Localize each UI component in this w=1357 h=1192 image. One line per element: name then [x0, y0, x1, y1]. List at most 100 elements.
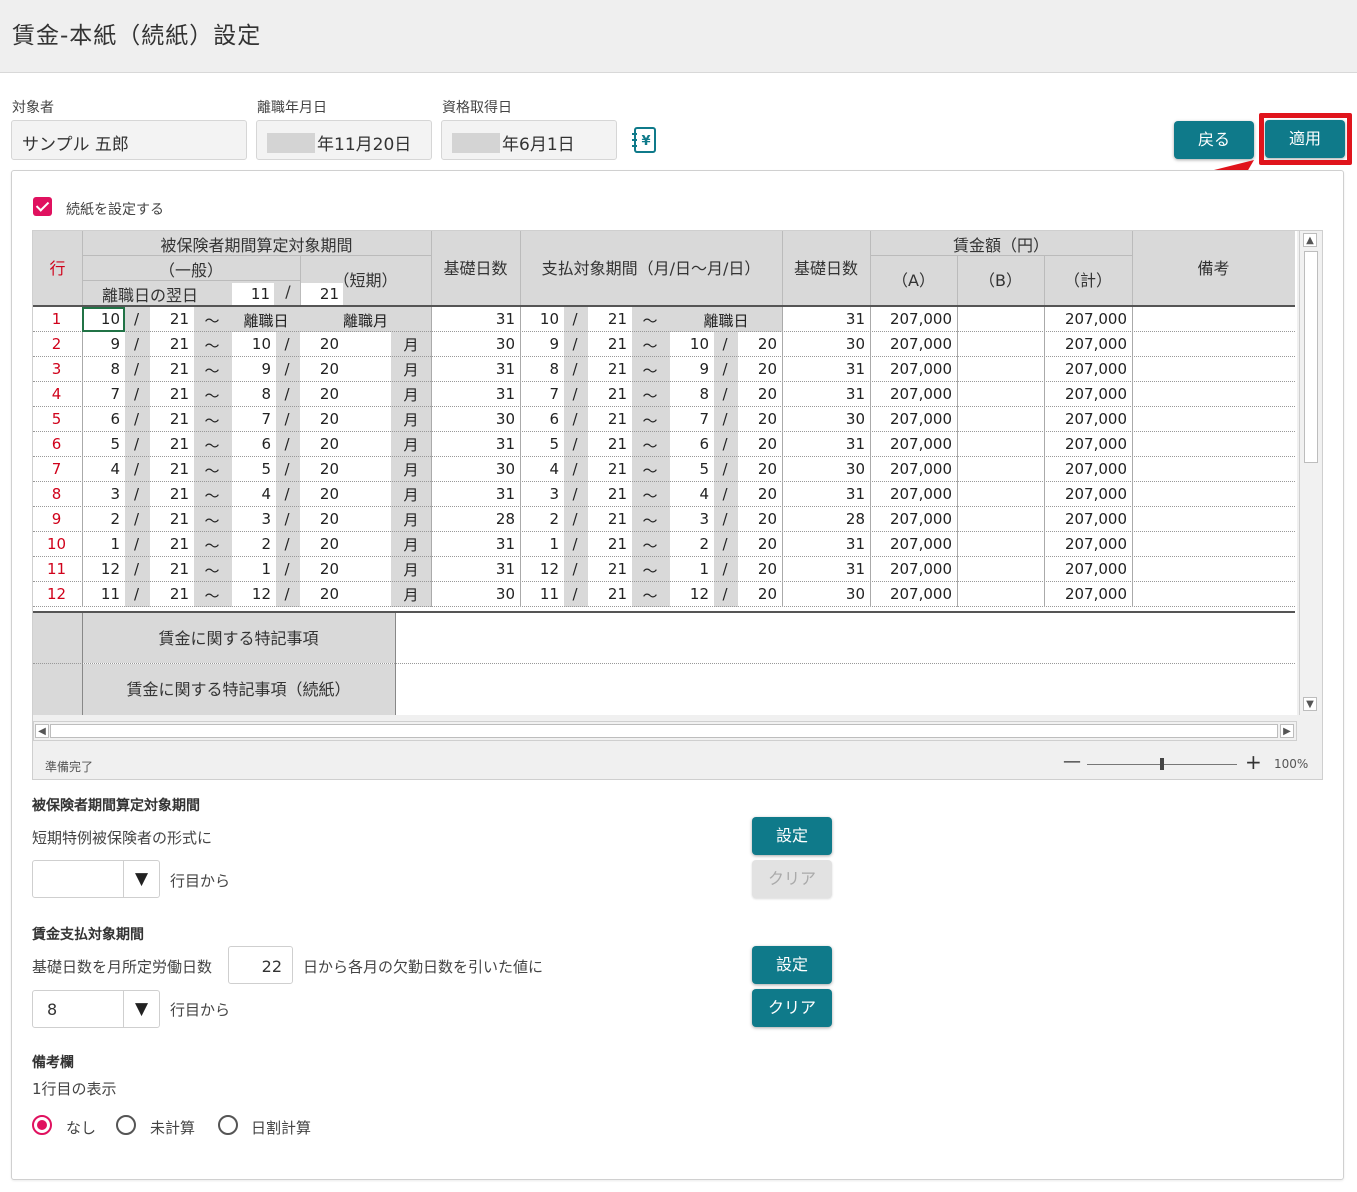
slash-separator[interactable]: / — [714, 582, 738, 607]
general-from-day[interactable]: 21 — [150, 307, 194, 332]
general-from-day[interactable]: 21 — [150, 407, 194, 432]
general-to-month[interactable]: 4 — [232, 482, 276, 507]
base-days-2[interactable]: 31 — [782, 357, 870, 382]
pay-from-month[interactable]: 11 — [520, 582, 564, 607]
general-from-day[interactable]: 21 — [150, 482, 194, 507]
pay-from-month[interactable]: 8 — [520, 357, 564, 382]
scroll-down-icon[interactable]: ▼ — [1303, 697, 1317, 711]
slash-separator[interactable]: / — [276, 332, 300, 357]
general-from-month[interactable]: 2 — [82, 507, 125, 532]
slash-separator[interactable]: / — [125, 482, 150, 507]
slash-separator[interactable]: / — [714, 332, 738, 357]
slash-separator[interactable]: / — [564, 507, 588, 532]
section1-clear-button[interactable]: クリア — [752, 860, 832, 898]
pay-from-month[interactable]: 1 — [520, 532, 564, 557]
vertical-scroll-thumb[interactable] — [1304, 251, 1318, 463]
general-from-day[interactable]: 21 — [150, 457, 194, 482]
pay-from-month[interactable]: 6 — [520, 407, 564, 432]
general-from-month[interactable]: 1 — [82, 532, 125, 557]
slash-separator[interactable]: / — [714, 482, 738, 507]
wage-b[interactable] — [957, 482, 1044, 507]
section1-row-select[interactable]: ▼ — [32, 860, 160, 898]
retire-day-cell[interactable]: 離職日 — [232, 307, 300, 332]
section2-clear-button[interactable]: クリア — [752, 989, 832, 1027]
section2-row-select[interactable]: 8 ▼ — [32, 990, 160, 1028]
general-to-month[interactable]: 1 — [232, 557, 276, 582]
wage-a[interactable]: 207,000 — [870, 532, 957, 557]
pay-to-day[interactable]: 20 — [738, 407, 782, 432]
wage-b[interactable] — [957, 332, 1044, 357]
slash-separator[interactable]: / — [564, 482, 588, 507]
tilde-separator[interactable]: ～ — [632, 332, 670, 357]
general-from-day[interactable]: 21 — [150, 532, 194, 557]
base-days-2[interactable]: 31 — [782, 432, 870, 457]
general-to-day[interactable]: 20 — [300, 507, 344, 532]
base-days[interactable]: 31 — [431, 307, 520, 332]
row-number[interactable]: 8 — [33, 482, 82, 507]
pay-from-day[interactable]: 21 — [588, 557, 632, 582]
base-days-2[interactable]: 30 — [782, 332, 870, 357]
month-label[interactable]: 月 — [391, 332, 431, 357]
base-days-2[interactable]: 31 — [782, 307, 870, 332]
slash-separator[interactable]: / — [276, 407, 300, 432]
slash-separator[interactable]: / — [564, 557, 588, 582]
slash-separator[interactable]: / — [564, 382, 588, 407]
section1-set-button[interactable]: 設定 — [752, 817, 832, 855]
general-from-month[interactable]: 8 — [82, 357, 125, 382]
triangle-down-icon[interactable]: ▼ — [123, 861, 159, 897]
slash-separator[interactable]: / — [714, 507, 738, 532]
slash-separator[interactable]: / — [714, 432, 738, 457]
base-days[interactable]: 30 — [431, 407, 520, 432]
pay-to-month[interactable]: 1 — [670, 557, 714, 582]
row-number[interactable]: 1 — [33, 307, 82, 332]
note-cell[interactable] — [1132, 382, 1295, 407]
general-from-day[interactable]: 21 — [150, 432, 194, 457]
general-to-month[interactable]: 5 — [232, 457, 276, 482]
general-to-month[interactable]: 7 — [232, 407, 276, 432]
general-to-month[interactable]: 12 — [232, 582, 276, 607]
pay-to-month[interactable]: 4 — [670, 482, 714, 507]
tilde-separator[interactable]: ～ — [632, 407, 670, 432]
slash-separator[interactable]: / — [276, 482, 300, 507]
wage-a[interactable]: 207,000 — [870, 457, 957, 482]
pay-from-month[interactable]: 2 — [520, 507, 564, 532]
tilde-separator[interactable]: ～ — [194, 407, 232, 432]
slash-separator[interactable]: / — [125, 582, 150, 607]
pay-from-month[interactable]: 5 — [520, 432, 564, 457]
slash-separator[interactable]: / — [714, 357, 738, 382]
month-label[interactable]: 月 — [391, 582, 431, 607]
section2-set-button[interactable]: 設定 — [752, 946, 832, 984]
row-number[interactable]: 2 — [33, 332, 82, 357]
scroll-left-icon[interactable]: ◀ — [35, 724, 49, 738]
wage-b[interactable] — [957, 307, 1044, 332]
base-days-2[interactable]: 31 — [782, 382, 870, 407]
base-days-2[interactable]: 30 — [782, 457, 870, 482]
pay-from-day[interactable]: 21 — [588, 407, 632, 432]
header-nextday-day[interactable]: 21 — [301, 283, 343, 305]
base-days[interactable]: 30 — [431, 457, 520, 482]
pay-from-month[interactable]: 4 — [520, 457, 564, 482]
general-to-month[interactable]: 8 — [232, 382, 276, 407]
base-days-2[interactable]: 30 — [782, 407, 870, 432]
remarks-input-2[interactable] — [396, 664, 1296, 715]
slash-separator[interactable]: / — [714, 407, 738, 432]
pay-to-month[interactable]: 7 — [670, 407, 714, 432]
pay-to-day[interactable]: 20 — [738, 482, 782, 507]
pay-from-day[interactable]: 21 — [588, 482, 632, 507]
pay-to-month[interactable]: 3 — [670, 507, 714, 532]
wage-a[interactable]: 207,000 — [870, 382, 957, 407]
wage-total[interactable]: 207,000 — [1044, 382, 1132, 407]
slash-separator[interactable]: / — [714, 457, 738, 482]
wage-a[interactable]: 207,000 — [870, 507, 957, 532]
wage-total[interactable]: 207,000 — [1044, 532, 1132, 557]
base-days-2[interactable]: 31 — [782, 532, 870, 557]
wage-total[interactable]: 207,000 — [1044, 307, 1132, 332]
base-days[interactable]: 31 — [431, 357, 520, 382]
row-number[interactable]: 5 — [33, 407, 82, 432]
note-cell[interactable] — [1132, 307, 1295, 332]
pay-to-day[interactable]: 20 — [738, 432, 782, 457]
slash-separator[interactable]: / — [125, 407, 150, 432]
pay-to-month[interactable]: 9 — [670, 357, 714, 382]
tilde-separator[interactable]: ～ — [632, 382, 670, 407]
pay-from-day[interactable]: 21 — [588, 382, 632, 407]
